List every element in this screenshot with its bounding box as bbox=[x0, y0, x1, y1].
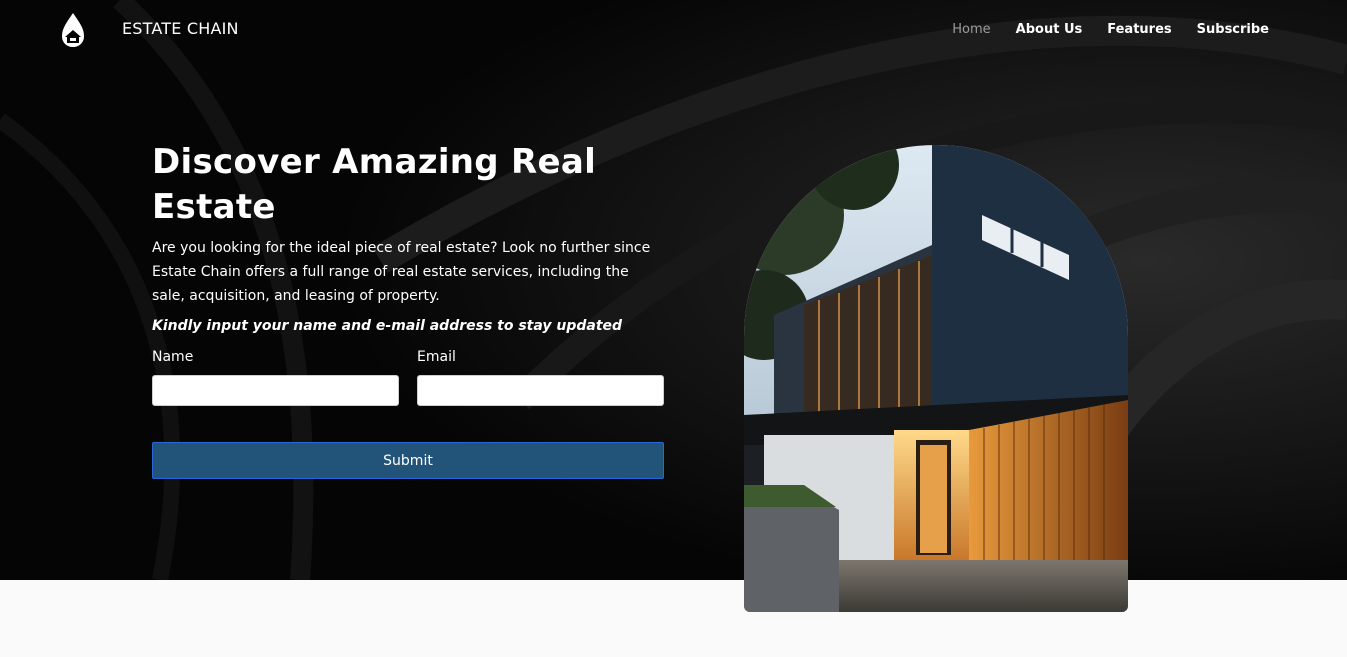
email-field-group: Email bbox=[417, 349, 664, 406]
nav-link-home[interactable]: Home bbox=[952, 22, 990, 37]
email-input[interactable] bbox=[417, 375, 664, 406]
brand-name[interactable]: ESTATE CHAIN bbox=[122, 19, 239, 38]
hero-title: Discover Amazing Real Estate bbox=[152, 142, 597, 227]
house-image-arch bbox=[744, 145, 1128, 612]
hero-section: ESTATE CHAIN Home About Us Features Subs… bbox=[0, 0, 1347, 580]
subscribe-form: Name Email Submit bbox=[152, 349, 664, 479]
name-label: Name bbox=[152, 349, 194, 365]
name-field-group: Name bbox=[152, 349, 399, 406]
hero-description: Are you looking for the ideal piece of r… bbox=[152, 240, 651, 304]
nav-link-features[interactable]: Features bbox=[1107, 22, 1171, 37]
main-nav: Home About Us Features Subscribe bbox=[952, 22, 1269, 37]
submit-button[interactable]: Submit bbox=[152, 442, 664, 479]
house-drop-logo-icon[interactable] bbox=[58, 12, 88, 48]
top-navbar: ESTATE CHAIN Home About Us Features Subs… bbox=[0, 0, 1347, 62]
nav-link-subscribe[interactable]: Subscribe bbox=[1197, 22, 1269, 37]
form-instruction: Kindly input your name and e-mail addres… bbox=[152, 318, 623, 334]
email-label: Email bbox=[417, 349, 456, 365]
hero-content: Discover Amazing Real Estate Are you loo… bbox=[152, 140, 664, 479]
name-input[interactable] bbox=[152, 375, 399, 406]
nav-link-about-us[interactable]: About Us bbox=[1016, 22, 1083, 37]
house-photo bbox=[744, 145, 1128, 612]
